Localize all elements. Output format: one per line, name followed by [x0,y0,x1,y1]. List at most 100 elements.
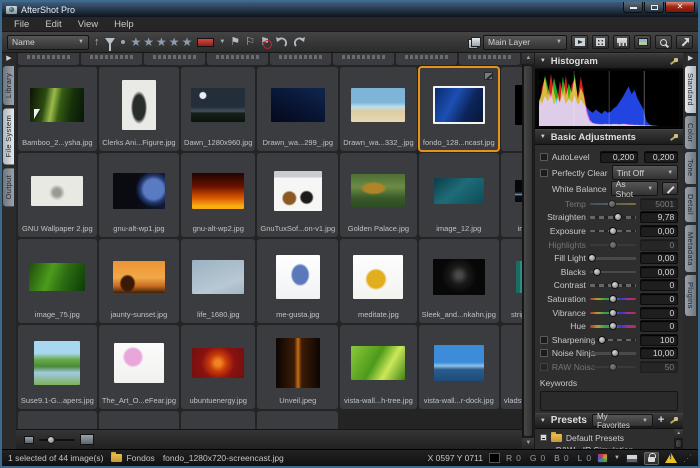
maximize-button[interactable] [644,2,664,13]
tab-standard[interactable]: Standard [685,66,696,113]
slider-handle[interactable] [609,322,617,330]
slider-value-field[interactable]: 10,00 [640,347,678,359]
menu-help[interactable]: Help [106,19,142,30]
collapse-right-panel-icon[interactable]: ▶ [688,55,693,63]
slider-value-field[interactable]: 100 [640,334,678,346]
scroll-down-icon[interactable]: ▼ [522,438,534,449]
keywords-input[interactable] [540,391,678,411]
filter-icon[interactable] [105,38,115,45]
preset-folder-row[interactable]: Default Presets [540,432,674,444]
thumbnail-cell[interactable]: Sleek_and...nkahn.jpg [419,239,499,323]
star-icon[interactable]: ★ [182,36,193,48]
thumbnail-cell-partial[interactable] [459,53,520,65]
thumbnail-cell[interactable]: Unveil.jpeg [257,325,338,409]
hue-slider[interactable] [590,322,636,331]
flag-pick-icon[interactable]: ⚐ [245,37,255,48]
thumbnail-cell-partial[interactable] [396,53,457,65]
fullscreen-button[interactable] [676,35,693,49]
no-rating-icon[interactable] [121,40,125,44]
color-profile-icon[interactable] [597,453,608,463]
flag-icon[interactable]: ⚑ [230,37,240,48]
presets-header[interactable]: ▼ Presets My Favorites ▼ + [535,413,683,429]
exposure-slider[interactable] [590,226,636,235]
thumbnail-cell[interactable]: Drawn_wa...299_.jpg [257,67,338,151]
presets-scrollbar[interactable]: ▲ [674,429,683,449]
browser-scrollbar[interactable]: ▲ ▼ [522,53,534,449]
fill-light-slider[interactable] [590,254,636,263]
thumbnail-cell[interactable]: Bamboo_2...ysha.jpg [18,67,97,151]
slider-handle[interactable] [614,213,622,221]
layers-icon[interactable] [468,37,479,47]
tab-library[interactable]: Library [3,66,14,105]
sharpening-checkbox[interactable] [540,336,548,344]
rotate-right-icon[interactable] [293,37,306,48]
tab-metadata[interactable]: Metadata [685,225,696,273]
chevron-down-icon[interactable]: ▼ [614,455,620,461]
thumbnail-cell[interactable]: vista-wall...h-tree.jpg [340,325,416,409]
slider-value-field[interactable]: 0 [640,293,678,305]
pin-icon[interactable] [669,133,678,142]
white-balance-select[interactable]: As Shot ▼ [611,181,659,196]
thumbnail-cell[interactable]: image_75.jpg [18,239,97,323]
minimize-button[interactable] [623,2,643,13]
image-view-button[interactable] [634,35,651,49]
slider-handle[interactable] [609,295,617,303]
slider-value-field[interactable]: 0,00 [640,225,678,237]
slider-value-field[interactable]: 50 [640,361,678,373]
thumbnail-cell[interactable]: stripes114_kde.jpg [501,239,522,323]
sort-select[interactable]: Name ▼ [7,35,89,50]
scrollbar-thumb[interactable] [675,439,682,448]
slider-value-field[interactable]: 9,78 [640,211,678,223]
noise-ninja-checkbox[interactable] [540,349,548,357]
autolevel-low-field[interactable]: 0,200 [600,151,638,163]
contrast-slider[interactable] [590,281,636,290]
collapse-expander-icon[interactable] [540,434,547,441]
autolevel-checkbox[interactable] [540,153,548,161]
flag-reject-icon[interactable]: ⚑ [260,37,270,48]
menu-edit[interactable]: Edit [37,19,69,30]
thumbnail-cell[interactable]: gnu-alt-wp2.jpg [181,153,255,237]
straighten-slider[interactable] [590,213,636,222]
tab-file-system[interactable]: File System [3,108,14,164]
star-icon[interactable]: ★ [131,36,142,48]
vibrance-slider[interactable] [590,308,636,317]
slider-value-field[interactable]: 0 [640,279,678,291]
thumbnail-cell[interactable] [99,411,179,429]
thumbnail-cell-partial[interactable] [270,53,331,65]
saturation-slider[interactable] [590,294,636,303]
thumbnail-cell-partial[interactable] [207,53,268,65]
thumbnail-cell[interactable] [181,411,255,429]
pin-icon[interactable] [669,416,678,425]
scrollbar-thumb[interactable] [523,65,533,437]
thumbnail-cell[interactable]: image_12.jpg [419,153,499,237]
thumbnail-cell[interactable] [257,411,338,429]
thumbnail-cell[interactable]: Drawn_wa...332_.jpg [340,67,416,151]
slider-handle[interactable] [598,336,606,344]
collapse-triangle-icon[interactable]: ▼ [540,418,546,424]
slider-handle[interactable] [609,363,617,371]
sharpening-slider[interactable] [590,335,636,344]
thumbnail-cell[interactable]: fsfgnu.jpg [501,67,522,151]
presets-filter-select[interactable]: My Favorites ▼ [592,414,653,427]
close-button[interactable]: ✕ [665,2,695,13]
thumbnail-cell[interactable]: vista-wall...r-dock.jpg [419,325,499,409]
color-label-swatch[interactable] [197,38,214,47]
thumbnail-size-slider[interactable] [39,439,75,441]
scroll-up-icon[interactable]: ▲ [522,53,534,64]
collapse-left-panel-icon[interactable]: ▶ [6,55,11,63]
sort-ascending-icon[interactable]: ↑ [94,37,100,48]
slider-value-field[interactable]: 0 [640,320,678,332]
eyedropper-button[interactable] [662,182,678,195]
rotate-left-icon[interactable] [275,37,288,48]
thumbnail-cell-partial[interactable] [81,53,142,65]
noise-ninja-slider[interactable] [590,349,636,358]
thumbnail-cell-partial[interactable] [18,53,79,65]
pin-icon[interactable] [669,57,678,66]
resize-grip[interactable]: ⋰ [683,453,692,464]
thumbnail-cell[interactable]: me-gusta.jpg [257,239,338,323]
thumbnail-view-button[interactable] [592,35,609,49]
warning-icon[interactable] [665,453,677,463]
thumbnail-cell[interactable]: Clerks Ani...Figure.jpg [99,67,179,151]
monitor-proof-icon[interactable] [626,454,638,463]
histogram-header[interactable]: ▼ Histogram [535,53,683,69]
